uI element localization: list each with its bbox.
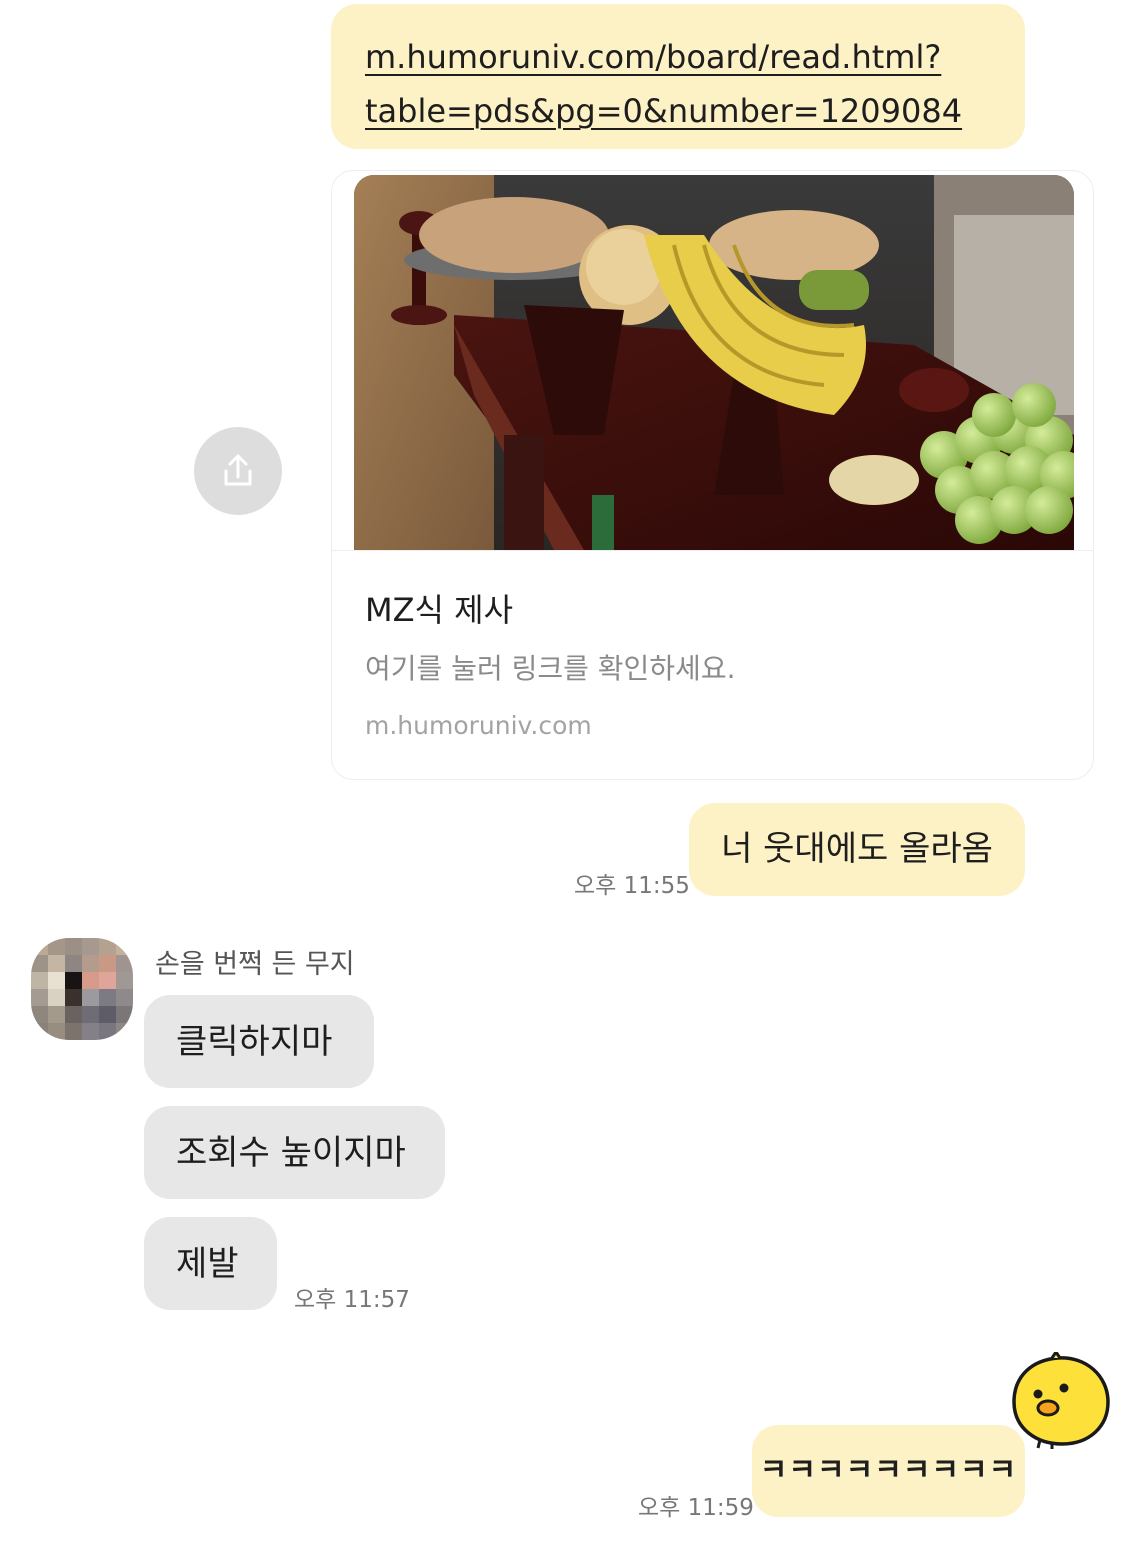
link-preview-title[interactable]: MZ식 제사 [365,585,513,631]
sender-name: 손을 번쩍 든 무지 [155,949,355,980]
card-divider [332,550,1093,551]
link-url-line-2[interactable]: table=pds&pg=0&number=1209084 [365,84,993,138]
share-button[interactable] [194,427,282,515]
incoming-message[interactable]: 클릭하지마 [144,995,374,1088]
incoming-message[interactable]: 조회수 높이지마 [144,1106,445,1199]
link-message-bubble[interactable]: m.humoruniv.com/board/read.html? table=p… [331,4,1025,149]
avatar-pixelated-image [31,938,133,1040]
incoming-message[interactable]: 제발 [144,1217,277,1310]
chat-screen: m.humoruniv.com/board/read.html? table=p… [0,0,1125,1551]
link-preview-domain[interactable]: m.humoruniv.com [365,711,592,740]
share-icon [224,454,252,486]
message-timestamp: 오후 11:57 [294,1287,410,1313]
message-timestamp: 오후 11:55 [574,873,690,899]
link-url-line-1[interactable]: m.humoruniv.com/board/read.html? [365,30,993,84]
link-preview-description[interactable]: 여기를 눌러 링크를 확인하세요. [365,647,735,687]
message-timestamp: 오후 11:59 [638,1495,754,1521]
outgoing-message[interactable]: 너 웃대에도 올라옴 [689,803,1025,896]
outgoing-message[interactable]: ㅋㅋㅋㅋㅋㅋㅋㅋㅋ [752,1425,1025,1517]
ancestral-table-photo [354,175,1074,550]
link-preview-image[interactable] [354,175,1074,550]
sender-avatar[interactable] [31,938,133,1040]
link-preview-card[interactable]: MZ식 제사 여기를 눌러 링크를 확인하세요. m.humoruniv.com [331,170,1094,780]
chick-sticker-icon[interactable] [1008,1349,1112,1450]
